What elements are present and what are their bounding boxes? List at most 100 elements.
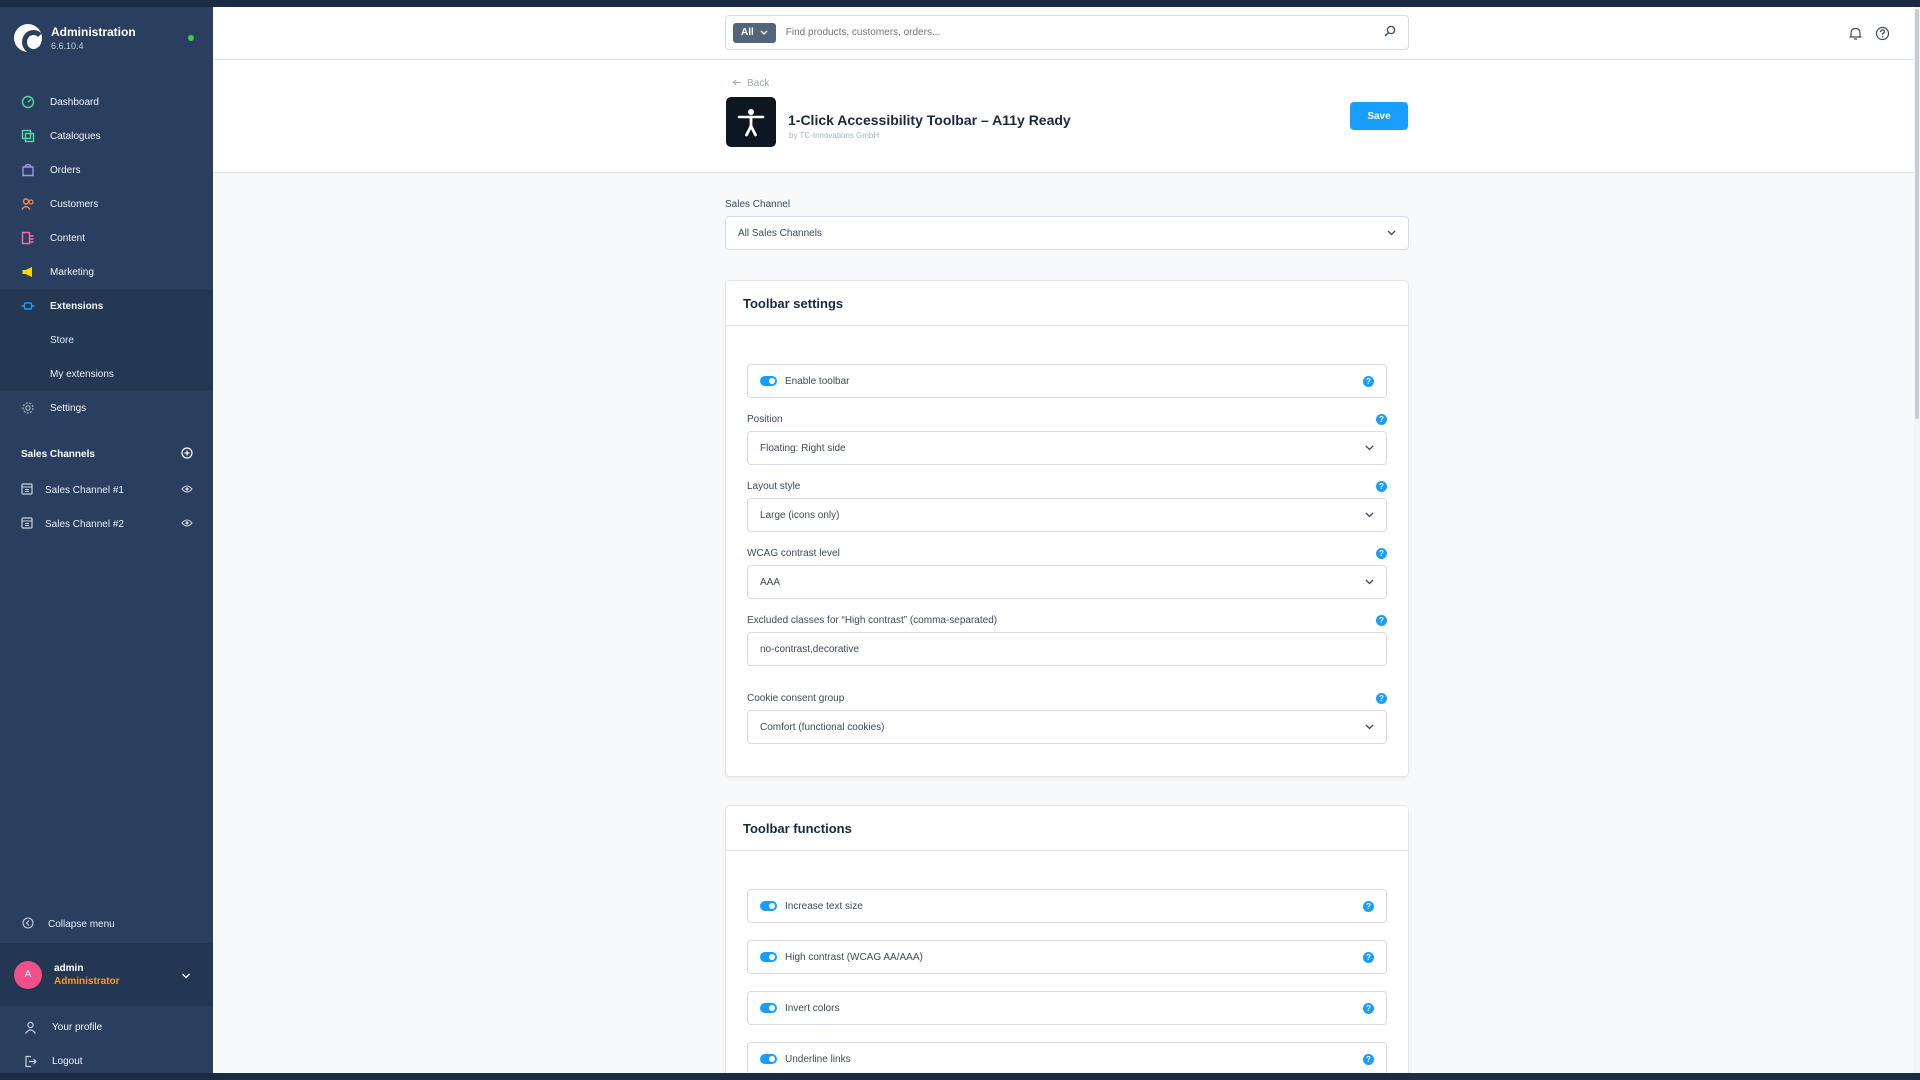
- help-question-icon[interactable]: ?: [1376, 413, 1387, 425]
- user-nav: Your profile Logout: [0, 1010, 213, 1073]
- sidebar-item-catalogues[interactable]: Catalogues: [0, 119, 213, 153]
- excluded-classes-input[interactable]: no-contrast,decorative: [747, 632, 1387, 666]
- help-question-icon[interactable]: ?: [1363, 951, 1374, 963]
- page-scrollbar[interactable]: [1914, 7, 1920, 1073]
- extensions-group: Extensions Store My extensions: [0, 289, 213, 391]
- toggle-label: Invert colors: [785, 1002, 840, 1014]
- help-question-icon[interactable]: ?: [1363, 1053, 1374, 1065]
- main-nav: Dashboard Catalogues Orders Customers Co…: [0, 85, 213, 425]
- save-button[interactable]: Save: [1350, 102, 1408, 130]
- page-header: Back 1-Click Accessibility Toolbar – A11…: [213, 60, 1920, 173]
- enable-toolbar-row: Enable toolbar ?: [747, 364, 1387, 398]
- sales-channel-item-2[interactable]: Sales Channel #2: [0, 507, 213, 541]
- sales-channel-label: Sales Channel #2: [45, 518, 124, 530]
- user-menu[interactable]: A admin Administrator: [0, 943, 213, 1006]
- function-row-increase-text: Increase text size ?: [747, 889, 1387, 923]
- sidebar-item-customers[interactable]: Customers: [0, 187, 213, 221]
- sidebar-item-orders[interactable]: Orders: [0, 153, 213, 187]
- logout-icon: [22, 1053, 38, 1069]
- help-icon[interactable]: [1875, 26, 1890, 46]
- chevron-down-icon: [760, 27, 768, 38]
- wcag-level-select[interactable]: AAA: [747, 565, 1387, 599]
- sidebar-item-label: Dashboard: [50, 96, 99, 108]
- shopware-logo-icon: [14, 24, 45, 54]
- topbar-actions: [1848, 26, 1890, 46]
- function-row-high-contrast: High contrast (WCAG AA/AAA) ?: [747, 940, 1387, 974]
- sidebar-item-my-extensions[interactable]: My extensions: [0, 357, 213, 391]
- select-value: Comfort (functional cookies): [760, 721, 885, 733]
- plugin-vendor: by TC-Innovations GmbH: [789, 131, 880, 140]
- help-question-icon[interactable]: ?: [1363, 375, 1374, 387]
- global-search: All: [725, 15, 1409, 50]
- help-question-icon[interactable]: ?: [1376, 547, 1387, 559]
- customers-icon: [20, 196, 36, 212]
- toggle-label: Increase text size: [785, 900, 863, 912]
- chevron-down-icon: [1365, 510, 1374, 521]
- toolbar-functions-card: Toolbar functions Increase text size ? H…: [725, 805, 1409, 1073]
- field-label: Position: [747, 413, 783, 425]
- function-toggle[interactable]: [760, 1003, 777, 1013]
- logout-link[interactable]: Logout: [0, 1044, 213, 1073]
- sidebar-item-label: Catalogues: [50, 130, 101, 142]
- search-icon[interactable]: [1384, 24, 1396, 42]
- help-question-icon[interactable]: ?: [1376, 480, 1387, 492]
- user-icon: [22, 1019, 38, 1035]
- storefront-icon: [21, 516, 33, 532]
- eye-icon[interactable]: [181, 518, 193, 531]
- function-toggle[interactable]: [760, 952, 777, 962]
- your-profile-link[interactable]: Your profile: [0, 1010, 213, 1044]
- sidebar-item-extensions[interactable]: Extensions: [0, 289, 213, 323]
- sidebar-item-dashboard[interactable]: Dashboard: [0, 85, 213, 119]
- sidebar-item-label: Extensions: [50, 300, 104, 312]
- help-question-icon[interactable]: ?: [1376, 614, 1387, 626]
- field-label: Layout style: [747, 480, 801, 492]
- back-link[interactable]: Back: [732, 78, 769, 89]
- user-role: Administrator: [54, 975, 120, 987]
- sales-channel-label: Sales Channel #1: [45, 484, 124, 496]
- eye-icon[interactable]: [181, 484, 193, 497]
- sales-channel-value: All Sales Channels: [738, 227, 822, 239]
- sidebar-item-label: Marketing: [50, 266, 94, 278]
- help-question-icon[interactable]: ?: [1363, 900, 1374, 912]
- toggle-label: Underline links: [785, 1053, 851, 1065]
- main-content: Sales Channel All Sales Channels Toolbar…: [725, 199, 1409, 1073]
- help-question-icon[interactable]: ?: [1363, 1002, 1374, 1014]
- search-type-dropdown[interactable]: All: [733, 22, 776, 43]
- avatar: A: [14, 960, 42, 989]
- orders-icon: [20, 162, 36, 178]
- scrollbar-thumb[interactable]: [1915, 9, 1919, 419]
- plugin-accessibility-icon: [726, 97, 776, 147]
- sidebar-item-marketing[interactable]: Marketing: [0, 255, 213, 289]
- search-input[interactable]: [785, 27, 1384, 38]
- sidebar-item-label: My extensions: [50, 368, 114, 380]
- chevron-down-icon[interactable]: [181, 966, 191, 984]
- help-question-icon[interactable]: ?: [1376, 692, 1387, 704]
- select-value: Floating: Right side: [760, 442, 846, 454]
- add-sales-channel-icon[interactable]: [181, 447, 193, 462]
- sidebar-item-store[interactable]: Store: [0, 323, 213, 357]
- chevron-down-icon: [1365, 722, 1374, 733]
- extensions-icon: [20, 298, 36, 314]
- notifications-bell-icon[interactable]: [1848, 26, 1863, 46]
- card-title: Toolbar functions: [726, 806, 1408, 851]
- function-row-underline-links: Underline links ?: [747, 1042, 1387, 1073]
- sidebar-item-content[interactable]: Content: [0, 221, 213, 255]
- collapse-menu-button[interactable]: Collapse menu: [22, 917, 115, 932]
- sales-channel-select[interactable]: All Sales Channels: [725, 216, 1409, 250]
- sidebar-item-settings[interactable]: Settings: [0, 391, 213, 425]
- field-label: Excluded classes for “High contrast” (co…: [747, 614, 998, 626]
- dashboard-icon: [20, 94, 36, 110]
- marketing-icon: [20, 264, 36, 280]
- layout-style-select[interactable]: Large (icons only): [747, 498, 1387, 532]
- function-toggle[interactable]: [760, 901, 777, 911]
- brand[interactable]: Administration 6.6.10.4: [14, 24, 136, 54]
- field-label: Cookie consent group: [747, 692, 845, 704]
- position-select[interactable]: Floating: Right side: [747, 431, 1387, 465]
- sales-channel-item-1[interactable]: Sales Channel #1: [0, 473, 213, 507]
- enable-toolbar-toggle[interactable]: [760, 376, 777, 386]
- sales-channels-title: Sales Channels: [21, 449, 95, 460]
- function-row-invert-colors: Invert colors ?: [747, 991, 1387, 1025]
- function-toggle[interactable]: [760, 1054, 777, 1064]
- cookie-consent-select[interactable]: Comfort (functional cookies): [747, 710, 1387, 744]
- app-version: 6.6.10.4: [51, 41, 84, 51]
